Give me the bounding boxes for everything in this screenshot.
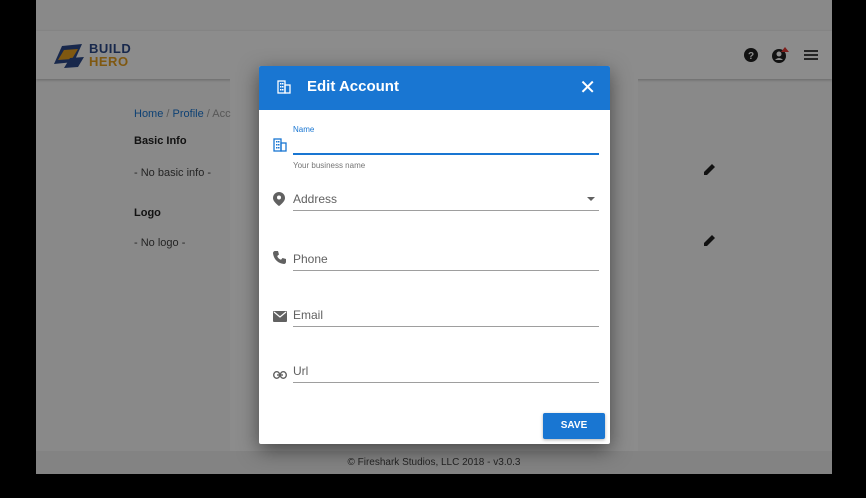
address-underline	[293, 210, 599, 211]
phone-underline	[293, 270, 599, 271]
phone-icon	[273, 251, 286, 269]
email-icon	[273, 309, 287, 327]
location-pin-icon	[273, 192, 285, 211]
save-button[interactable]: SAVE	[543, 413, 605, 439]
business-icon	[277, 80, 291, 99]
close-icon[interactable]: ✕	[579, 78, 596, 98]
url-input[interactable]: Url	[293, 364, 308, 378]
email-input[interactable]: Email	[293, 308, 323, 322]
dialog-header: Edit Account ✕	[259, 66, 610, 110]
app-window: BUILD HERO ? Home / Profile / Acc Basic …	[36, 0, 832, 474]
name-input[interactable]	[293, 138, 599, 154]
name-field-label: Name	[293, 125, 315, 134]
edit-account-dialog: Edit Account ✕ Name Your business name A…	[259, 66, 610, 444]
link-icon	[272, 366, 288, 384]
email-underline	[293, 326, 599, 327]
name-helper-text: Your business name	[293, 161, 366, 170]
address-select[interactable]: Address	[293, 192, 337, 206]
phone-input[interactable]: Phone	[293, 252, 328, 266]
business-name-icon	[273, 138, 287, 157]
dialog-title: Edit Account	[307, 78, 399, 95]
chevron-down-icon[interactable]	[587, 197, 595, 201]
url-underline	[293, 382, 599, 383]
name-input-underline	[293, 153, 599, 155]
